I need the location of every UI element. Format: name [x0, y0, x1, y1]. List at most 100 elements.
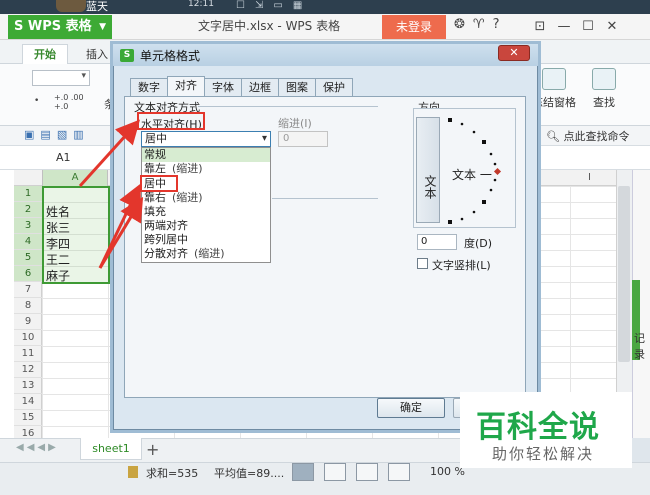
quick-access-icons: ▣ ▤ ▧ ▥	[24, 128, 84, 141]
row-header[interactable]: 4	[14, 234, 42, 250]
tab-navigation[interactable]: ◀◀◀▶	[16, 442, 59, 453]
watermark-subtitle: 助你轻松解决	[492, 445, 595, 463]
status-icon	[128, 466, 138, 478]
cell-a4[interactable]: 李四	[46, 236, 70, 252]
row-header[interactable]: 7	[14, 282, 42, 298]
indent-spinner[interactable]: 0	[278, 131, 328, 147]
close-icon[interactable]: ✕	[600, 16, 624, 38]
row-header[interactable]: 11	[14, 346, 42, 362]
save-icon[interactable]: ▣	[24, 128, 34, 141]
dial-dot	[482, 140, 486, 144]
option-fill[interactable]: 填充	[144, 205, 166, 219]
tab-protection[interactable]: 保护	[315, 78, 353, 97]
pdf-icon[interactable]: ▧	[57, 128, 67, 141]
row-header[interactable]: 6	[14, 266, 42, 282]
search-icon	[592, 68, 616, 90]
print-icon[interactable]: ▥	[73, 128, 83, 141]
monitor-icon[interactable]: ▭	[273, 0, 282, 12]
row-header[interactable]: 14	[14, 394, 42, 410]
phone-icon[interactable]: ☐	[236, 0, 245, 12]
shirt-icon[interactable]: ♈	[473, 17, 485, 32]
highlight-horizontal-label	[137, 112, 205, 130]
option-center-across[interactable]: 跨列居中	[144, 233, 188, 247]
tab-number[interactable]: 数字	[130, 78, 168, 97]
horizontal-align-select[interactable]: 居中	[141, 131, 271, 147]
tab-start[interactable]: 开始	[22, 44, 68, 64]
option-justify[interactable]: 两端对齐	[144, 219, 188, 233]
cell-a2[interactable]: 姓名	[46, 204, 70, 220]
option-distributed[interactable]: 分散对齐 (缩进)	[144, 247, 225, 261]
bullet-icon[interactable]: •	[34, 96, 39, 106]
scrollbar-thumb[interactable]	[618, 186, 630, 362]
add-sheet-button[interactable]: +	[146, 440, 159, 459]
wps-menu-button[interactable]: S WPS 表格 ▼	[8, 15, 112, 39]
minimize-icon[interactable]: —	[552, 16, 576, 38]
tab-sheet1[interactable]: sheet1	[80, 438, 142, 460]
chevron-down-icon: ▼	[99, 22, 106, 32]
dial-dot	[472, 130, 476, 134]
font-size-dropdown[interactable]	[32, 70, 90, 86]
option-general[interactable]: 常规	[144, 148, 166, 162]
taskbar-icons: ☐ ⇲ ▭ ▦	[236, 0, 356, 12]
column-a-header[interactable]: A	[42, 170, 108, 186]
column-i-header[interactable]: I	[588, 172, 591, 183]
degree-spinner[interactable]: 0	[417, 234, 457, 250]
maximize-icon[interactable]: ☐	[576, 16, 600, 38]
page-layout-icon[interactable]	[324, 463, 346, 481]
tab-border[interactable]: 边框	[241, 78, 279, 97]
row-header[interactable]: 8	[14, 298, 42, 314]
row-header[interactable]: 9	[14, 314, 42, 330]
dial-handle	[493, 167, 502, 176]
freeze-panes-button[interactable]: 冻结窗格	[532, 68, 576, 110]
user-name: 蓝天	[86, 0, 108, 13]
group-divider	[198, 106, 378, 107]
window-controls: ⊡ — ☐ ✕	[528, 16, 624, 38]
reading-mode-icon[interactable]	[388, 463, 410, 481]
screen-icon[interactable]: ⇲	[255, 0, 263, 12]
tab-font[interactable]: 字体	[204, 78, 242, 97]
s-logo-icon: S	[14, 19, 24, 34]
restore-icon[interactable]: ⊡	[528, 16, 552, 38]
ok-button[interactable]: 确定	[377, 398, 445, 418]
decimal-buttons[interactable]: +.0 .00 +.0	[54, 93, 84, 111]
vertical-text-button[interactable]: 文本	[416, 117, 440, 223]
name-box[interactable]: A1	[56, 151, 71, 164]
find-button[interactable]: 查找	[582, 68, 626, 110]
decrease-decimal[interactable]: +.0	[54, 102, 68, 111]
login-button[interactable]: 未登录	[382, 15, 446, 39]
dial-dot	[493, 162, 497, 166]
normal-view-icon[interactable]	[292, 463, 314, 481]
option-label: 靠右	[144, 191, 166, 204]
row-header[interactable]: 1	[14, 186, 42, 202]
increase-decimal[interactable]: +.0	[54, 93, 68, 102]
tab-insert[interactable]: 插入	[86, 46, 108, 62]
freeze-icon	[542, 68, 566, 90]
option-right[interactable]: 靠右 (缩进)	[144, 191, 203, 205]
vertical-text-checkbox[interactable]	[417, 258, 428, 269]
option-left[interactable]: 靠左 (缩进)	[144, 162, 203, 176]
skin-icon[interactable]: ❂	[454, 17, 465, 32]
watermark-title: 百科全说	[476, 410, 600, 445]
dialog-close-button[interactable]: ✕	[498, 45, 530, 61]
search-icon: 🔍︎	[546, 130, 560, 143]
tab-alignment[interactable]: 对齐	[167, 76, 205, 97]
row-header[interactable]: 13	[14, 378, 42, 394]
page-break-icon[interactable]	[356, 463, 378, 481]
open-icon[interactable]: ▤	[40, 128, 50, 141]
row-header[interactable]: 5	[14, 250, 42, 266]
help-icon[interactable]: ?	[493, 17, 500, 32]
cell-a6[interactable]: 麻子	[46, 268, 70, 284]
grid-icon[interactable]: ▦	[293, 0, 302, 12]
cell-a3[interactable]: 张三	[46, 220, 70, 236]
row-header[interactable]: 10	[14, 330, 42, 346]
row-header[interactable]: 2	[14, 202, 42, 218]
orientation-dial[interactable]	[446, 116, 510, 226]
tab-pattern[interactable]: 图案	[278, 78, 316, 97]
row-header[interactable]: 3	[14, 218, 42, 234]
dial-dot	[460, 122, 464, 126]
row-header[interactable]: 15	[14, 410, 42, 426]
cell-a5[interactable]: 王二	[46, 252, 70, 268]
document-title: 文字居中.xlsx - WPS 表格	[198, 17, 340, 34]
find-command-search[interactable]: 🔍︎ 点此查找命令	[546, 128, 629, 144]
row-header[interactable]: 12	[14, 362, 42, 378]
